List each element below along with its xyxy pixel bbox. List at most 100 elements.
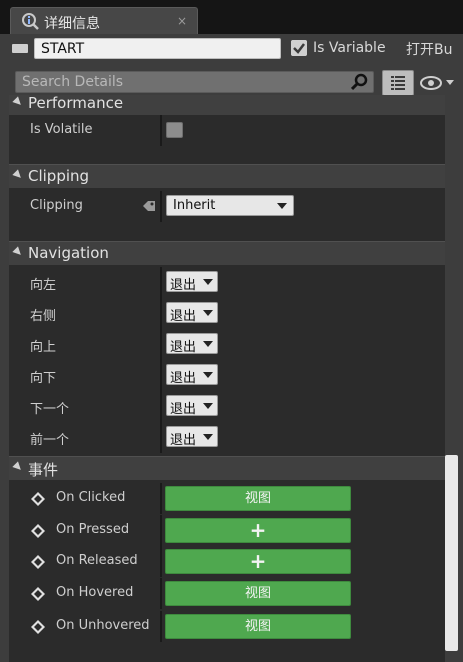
eye-visibility-icon[interactable] (419, 73, 457, 93)
dropdown-value: 退出 (170, 309, 197, 324)
nav-left-dropdown[interactable]: 退出 (166, 271, 218, 293)
section-events[interactable]: 事件 (9, 456, 445, 480)
chevron-down-icon (203, 279, 213, 285)
row-on-unhovered: On Unhovered 视图 (9, 611, 445, 642)
row-nav-next: 下一个 退出 (9, 391, 445, 422)
dropdown-value: 退出 (170, 371, 197, 386)
event-diamond-icon (31, 620, 45, 634)
column-divider[interactable] (160, 422, 162, 453)
column-divider[interactable] (160, 360, 162, 391)
row-nav-up: 向上 退出 (9, 329, 445, 360)
is-variable-checkbox[interactable] (291, 40, 307, 56)
row-on-hovered: On Hovered 视图 (9, 578, 445, 609)
column-divider[interactable] (160, 329, 162, 360)
collapse-arrow-icon (12, 461, 24, 473)
dropdown-value: 退出 (170, 433, 197, 448)
column-divider[interactable] (160, 578, 162, 609)
on-unhovered-view-button[interactable]: 视图 (165, 614, 351, 639)
section-performance[interactable]: Performance (9, 95, 445, 115)
property-label: Clipping (30, 198, 83, 213)
section-navigation[interactable]: Navigation (9, 241, 445, 265)
dropdown-value: Inherit (173, 198, 216, 213)
event-label: On Hovered (56, 585, 134, 600)
event-diamond-icon (31, 492, 45, 506)
widget-name-input[interactable] (34, 38, 281, 59)
property-label: 向左 (30, 278, 57, 293)
info-icon (22, 13, 39, 30)
nav-next-dropdown[interactable]: 退出 (166, 395, 218, 417)
row-nav-right: 右侧 退出 (9, 298, 445, 329)
collapse-arrow-icon (12, 246, 24, 258)
on-hovered-view-button[interactable]: 视图 (165, 581, 351, 606)
section-title: Clipping (28, 167, 90, 185)
property-label: 向下 (30, 371, 57, 386)
details-content: Performance Is Volatile Clipping Clippin… (9, 95, 445, 662)
on-pressed-add-button[interactable]: + (165, 518, 351, 543)
row-clipping: Clipping Inherit (9, 191, 445, 222)
collapse-arrow-icon (12, 96, 24, 108)
event-label: On Released (56, 553, 138, 568)
column-divider[interactable] (160, 115, 162, 146)
row-on-pressed: On Pressed + (9, 515, 445, 546)
nav-up-dropdown[interactable]: 退出 (166, 333, 218, 355)
is-variable-label: Is Variable (313, 40, 386, 56)
row-on-clicked: On Clicked 视图 (9, 483, 445, 514)
clipping-dropdown[interactable]: Inherit (166, 195, 294, 216)
dropdown-value: 退出 (170, 278, 197, 293)
section-title: Performance (28, 95, 124, 112)
event-label: On Unhovered (56, 618, 150, 633)
row-nav-previous: 前一个 退出 (9, 422, 445, 453)
search-icon (351, 73, 368, 91)
row-nav-left: 向左 退出 (9, 267, 445, 298)
event-diamond-icon (31, 555, 45, 569)
column-divider[interactable] (160, 267, 162, 298)
is-volatile-checkbox[interactable] (166, 122, 183, 138)
event-label: On Pressed (56, 522, 130, 537)
column-divider[interactable] (160, 191, 162, 222)
property-label: 下一个 (30, 402, 70, 417)
row-nav-down: 向下 退出 (9, 360, 445, 391)
tab-title: 详细信息 (44, 16, 100, 32)
property-matrix-button[interactable] (382, 70, 414, 96)
chevron-down-icon (203, 341, 213, 347)
column-divider[interactable] (160, 483, 162, 514)
property-label: 前一个 (30, 433, 70, 448)
nav-right-dropdown[interactable]: 退出 (166, 302, 218, 324)
event-diamond-icon (31, 587, 45, 601)
chevron-down-icon (203, 310, 213, 316)
section-title: 事件 (28, 461, 59, 479)
event-diamond-icon (31, 524, 45, 538)
event-label: On Clicked (56, 490, 126, 505)
column-divider[interactable] (160, 546, 162, 577)
open-button-link[interactable]: 打开Bu (406, 39, 452, 59)
nav-previous-dropdown[interactable]: 退出 (166, 426, 218, 448)
chevron-down-icon (203, 434, 213, 440)
chevron-down-icon (203, 403, 213, 409)
row-is-volatile: Is Volatile (9, 115, 445, 146)
section-title: Navigation (28, 244, 109, 262)
column-divider[interactable] (160, 515, 162, 546)
collapse-arrow-icon (12, 169, 24, 181)
section-clipping[interactable]: Clipping (9, 164, 445, 188)
dropdown-value: 退出 (170, 402, 197, 417)
details-scrollbar[interactable] (445, 455, 458, 651)
dropdown-value: 退出 (170, 340, 197, 355)
column-divider[interactable] (160, 611, 162, 642)
tab-close-button[interactable]: × (177, 14, 187, 28)
row-on-released: On Released + (9, 546, 445, 577)
tag-icon (143, 201, 155, 211)
tab-details[interactable]: 详细信息 × (10, 7, 198, 35)
nav-down-dropdown[interactable]: 退出 (166, 364, 218, 386)
chevron-down-icon (277, 203, 287, 209)
grid-view-icon (391, 76, 405, 90)
on-released-add-button[interactable]: + (165, 549, 351, 574)
chevron-down-icon (203, 372, 213, 378)
widget-drag-handle[interactable] (12, 44, 28, 53)
column-divider[interactable] (160, 298, 162, 329)
property-label: 右侧 (30, 309, 57, 324)
property-label: 向上 (30, 340, 57, 355)
on-clicked-view-button[interactable]: 视图 (165, 486, 351, 511)
property-label: Is Volatile (30, 122, 93, 137)
search-details-input[interactable] (15, 71, 374, 93)
column-divider[interactable] (160, 391, 162, 422)
